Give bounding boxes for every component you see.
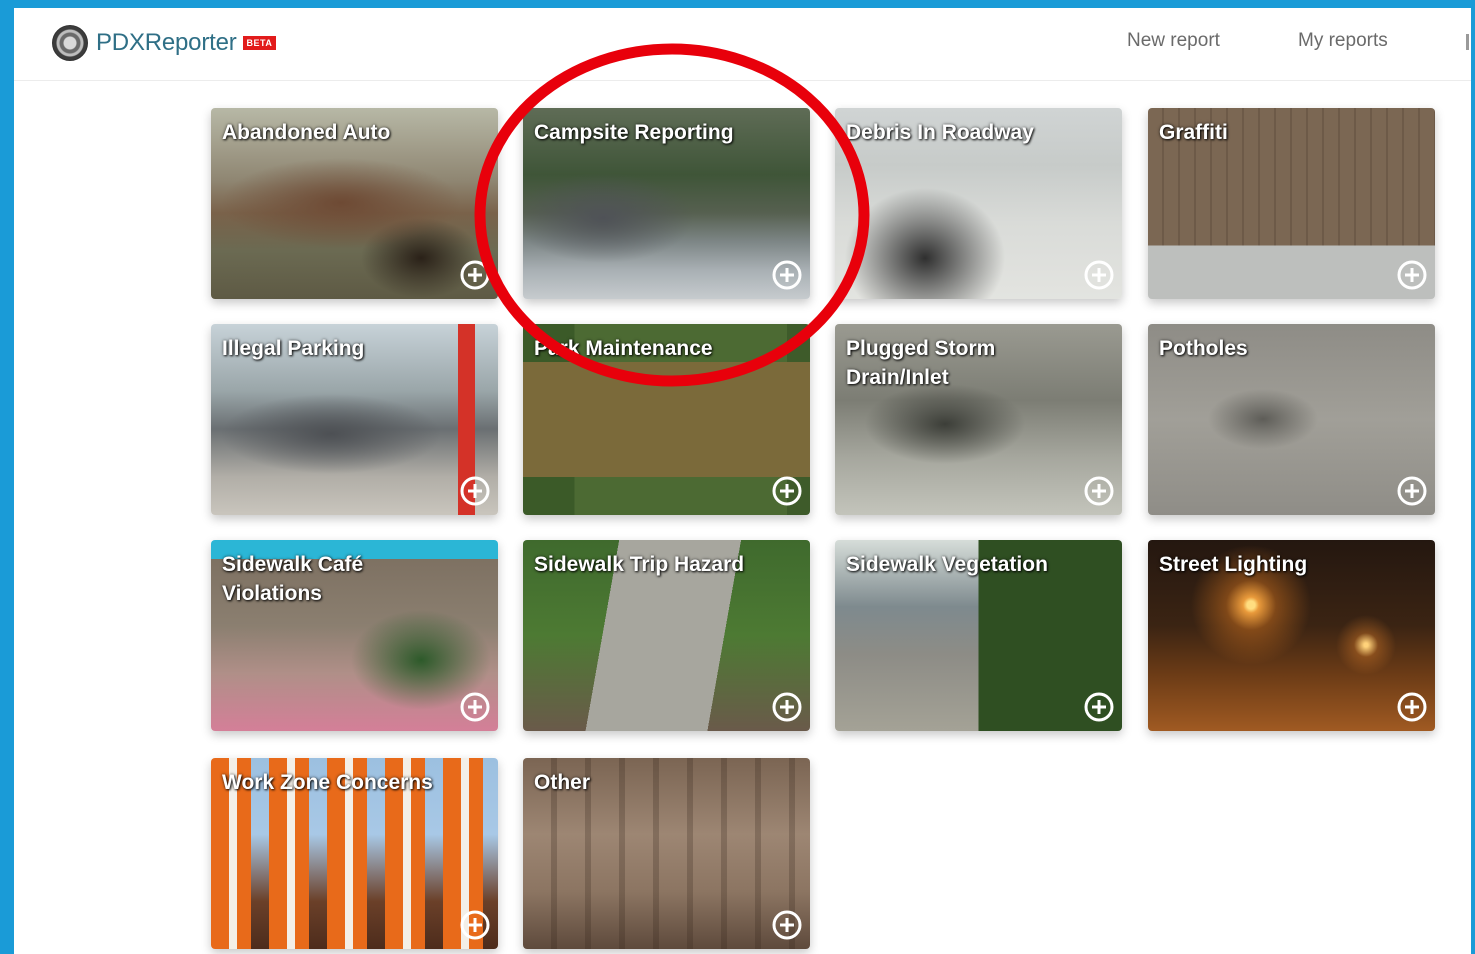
beta-badge: BETA <box>242 36 277 50</box>
plus-circle-icon[interactable] <box>771 259 803 291</box>
tile-label: Graffiti <box>1159 121 1228 144</box>
city-seal-icon <box>52 25 88 61</box>
tile-park-maintenance[interactable]: Park Maintenance <box>523 324 810 515</box>
tile-campsite-reporting[interactable]: Campsite Reporting <box>523 108 810 299</box>
tile-sidewalk-trip-hazard[interactable]: Sidewalk Trip Hazard <box>523 540 810 731</box>
plus-circle-icon[interactable] <box>1083 691 1115 723</box>
tile-other[interactable]: Other <box>523 758 810 949</box>
tile-work-zone-concerns[interactable]: Work Zone Concerns <box>211 758 498 949</box>
nav-new-report[interactable]: New report <box>1127 30 1220 52</box>
tile-abandoned-auto[interactable]: Abandoned Auto <box>211 108 498 299</box>
tile-label: Work Zone Concerns <box>222 771 433 794</box>
tile-label: Other <box>534 771 591 794</box>
logo-link[interactable]: PDXReporter BETA <box>52 25 277 61</box>
plus-circle-icon[interactable] <box>771 475 803 507</box>
plus-circle-icon[interactable] <box>459 909 491 941</box>
tile-label: Plugged Storm Drain/Inlet <box>846 337 996 389</box>
tile-sidewalk-cafe-violations[interactable]: Sidewalk Café Violations <box>211 540 498 731</box>
plus-circle-icon[interactable] <box>459 691 491 723</box>
tile-label: Sidewalk Vegetation <box>846 553 1048 576</box>
tile-debris-in-roadway[interactable]: Debris In Roadway <box>835 108 1122 299</box>
plus-circle-icon[interactable] <box>771 691 803 723</box>
tile-label: Abandoned Auto <box>222 121 391 144</box>
tile-label: Park Maintenance <box>534 337 713 360</box>
plus-circle-icon[interactable] <box>1396 691 1428 723</box>
tile-label: Potholes <box>1159 337 1248 360</box>
tile-label: Sidewalk Trip Hazard <box>534 553 745 576</box>
tile-sidewalk-vegetation[interactable]: Sidewalk Vegetation <box>835 540 1122 731</box>
nav-overflow-item[interactable] <box>1466 34 1469 50</box>
plus-circle-icon[interactable] <box>459 475 491 507</box>
tile-label: Debris In Roadway <box>846 121 1034 144</box>
tile-plugged-storm-drain[interactable]: Plugged Storm Drain/Inlet <box>835 324 1122 515</box>
tile-potholes[interactable]: Potholes <box>1148 324 1435 515</box>
tile-graffiti[interactable]: Graffiti <box>1148 108 1435 299</box>
page: PDXReporter BETA New report My reports A… <box>14 8 1471 954</box>
top-header: PDXReporter BETA New report My reports <box>14 8 1471 81</box>
tile-label: Street Lighting <box>1159 553 1308 576</box>
tile-label: Campsite Reporting <box>534 121 734 144</box>
tile-label: Illegal Parking <box>222 337 365 360</box>
brand-name: PDXReporter <box>96 29 237 56</box>
tile-street-lighting[interactable]: Street Lighting <box>1148 540 1435 731</box>
nav-my-reports[interactable]: My reports <box>1298 30 1388 52</box>
plus-circle-icon[interactable] <box>1083 475 1115 507</box>
plus-circle-icon[interactable] <box>771 909 803 941</box>
plus-circle-icon[interactable] <box>1083 259 1115 291</box>
tile-label: Sidewalk Café Violations <box>222 553 364 605</box>
plus-circle-icon[interactable] <box>459 259 491 291</box>
tile-illegal-parking[interactable]: Illegal Parking <box>211 324 498 515</box>
plus-circle-icon[interactable] <box>1396 475 1428 507</box>
plus-circle-icon[interactable] <box>1396 259 1428 291</box>
